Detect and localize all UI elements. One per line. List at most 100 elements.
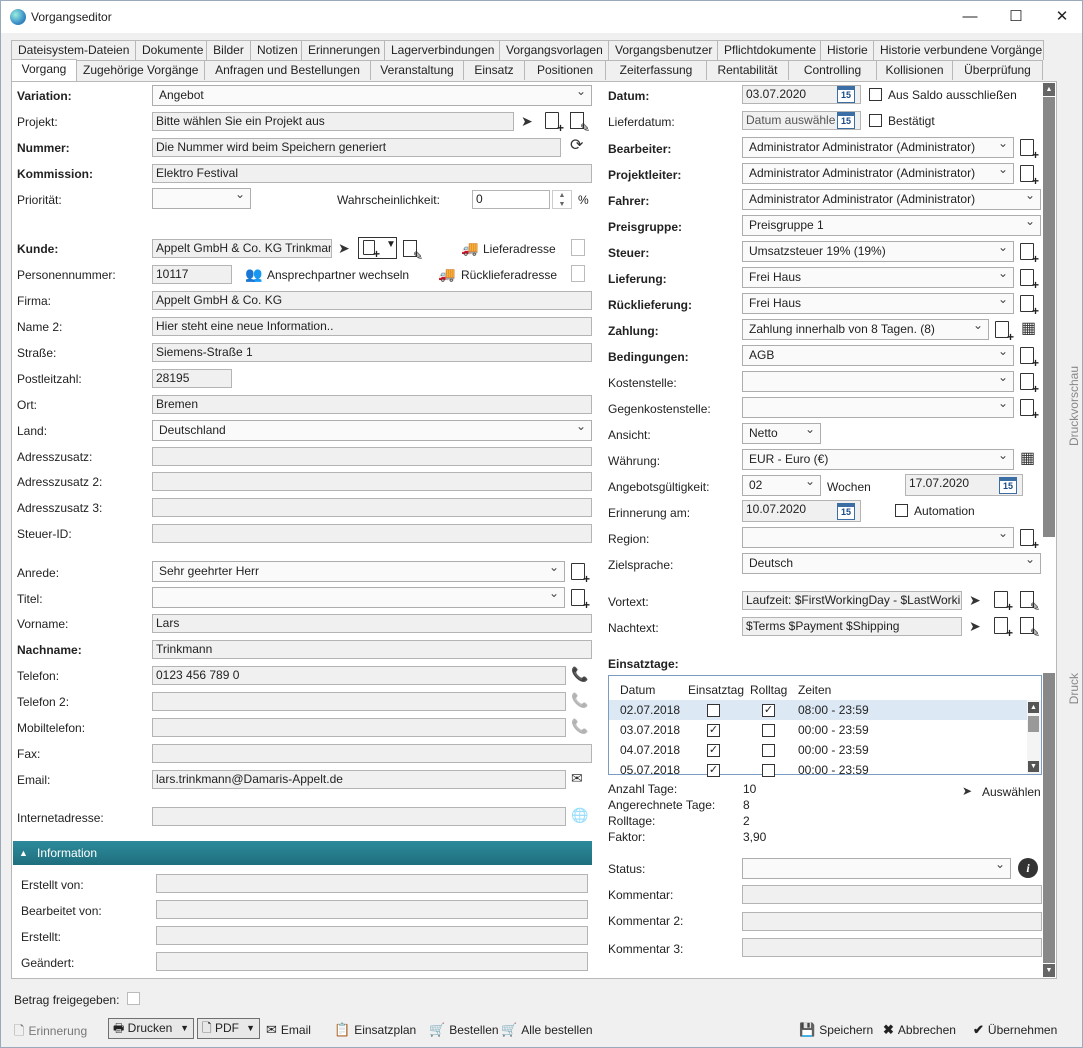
kostenstelle-select[interactable] [742, 371, 1014, 392]
scroll-thumb[interactable] [1028, 716, 1039, 732]
waehrung-select[interactable]: EUR - Euro (€) [742, 449, 1014, 470]
betrag-freigegeben-checkbox[interactable] [127, 992, 140, 1005]
ruecklieferadresse-link[interactable]: Rücklieferadresse [461, 268, 557, 282]
table-row[interactable]: 04.07.2018 ✓ 00:00 - 23:59 [609, 740, 1029, 760]
telefon2-field[interactable] [152, 692, 566, 711]
calendar-icon[interactable]: 15 [837, 503, 855, 520]
einsatzplan-button[interactable]: 📋 Einsatzplan [334, 1022, 416, 1038]
gegenkostenstelle-select[interactable] [742, 397, 1014, 418]
uebernehmen-button[interactable]: ✔ Übernehmen [973, 1022, 1057, 1038]
edit-vortext-icon[interactable] [1020, 591, 1040, 613]
fax-field[interactable] [152, 744, 592, 763]
ruecklieferung-select[interactable]: Frei Haus [742, 293, 1014, 314]
cursor-select-icon[interactable]: ➤ [521, 113, 533, 129]
new-bearbeiter-icon[interactable] [1020, 139, 1039, 160]
new-gegenkostenstelle-icon[interactable] [1020, 399, 1039, 420]
new-nachtext-icon[interactable] [994, 617, 1013, 638]
strasse-field[interactable]: Siemens-Straße 1 [152, 343, 592, 362]
region-select[interactable] [742, 527, 1014, 548]
steuerid-field[interactable] [152, 524, 592, 543]
rolltag-checkbox[interactable] [762, 764, 775, 777]
tab-primary-10[interactable]: Überprüfung [952, 60, 1043, 80]
tab-primary-7[interactable]: Rentabilität [706, 60, 789, 80]
edit-nachtext-icon[interactable] [1020, 617, 1040, 639]
zahlung-select[interactable]: Zahlung innerhalb von 8 Tagen. (8) [742, 319, 989, 340]
main-scrollbar[interactable]: ▲ ▼ [1042, 83, 1056, 977]
new-kostenstelle-icon[interactable] [1020, 373, 1039, 394]
speichern-button[interactable]: 💾 Speichern [799, 1022, 873, 1038]
new-steuer-icon[interactable] [1020, 243, 1039, 264]
tab-primary-0[interactable]: Vorgang [11, 59, 77, 81]
calendar-icon[interactable]: 15 [837, 112, 855, 129]
tab-secondary-5[interactable]: Lagerverbindungen [384, 40, 500, 60]
einsatztag-checkbox[interactable] [707, 704, 720, 717]
tab-secondary-0[interactable]: Dateisystem-Dateien [11, 40, 136, 60]
gueltigkeit-select[interactable]: 02 [742, 475, 821, 496]
alle-bestellen-button[interactable]: 🛒 Alle bestellen [501, 1022, 593, 1038]
cursor-select-icon[interactable]: ➤ [969, 592, 981, 608]
druck-side-tab[interactable]: Druck [1067, 673, 1081, 704]
einsatztag-checkbox[interactable]: ✓ [707, 764, 720, 777]
tab-secondary-7[interactable]: Vorgangsbenutzer [608, 40, 718, 60]
projektleiter-select[interactable]: Administrator Administrator (Administrat… [742, 163, 1014, 184]
tab-primary-5[interactable]: Positionen [524, 60, 606, 80]
scroll-up-icon[interactable]: ▲ [1028, 702, 1039, 713]
kommentar3-field[interactable] [742, 938, 1042, 957]
rolltag-checkbox[interactable] [762, 724, 775, 737]
email-button[interactable]: ✉ Email [266, 1022, 311, 1038]
wahrscheinlichkeit-spinner[interactable]: ▲ ▼ [552, 190, 572, 209]
tab-secondary-3[interactable]: Notizen [250, 40, 302, 60]
ruecklieferadresse-doc-icon[interactable] [571, 265, 585, 282]
email-field[interactable]: lars.trinkmann@Damaris-Appelt.de [152, 770, 566, 789]
preisgruppe-select[interactable]: Preisgruppe 1 [742, 215, 1041, 236]
edit-customer-icon[interactable] [403, 240, 423, 262]
tab-secondary-2[interactable]: Bilder [206, 40, 251, 60]
calendar-icon[interactable]: 15 [837, 86, 855, 103]
tab-primary-9[interactable]: Kollisionen [876, 60, 953, 80]
name2-field[interactable]: Hier steht eine neue Information.. [152, 317, 592, 336]
ansicht-select[interactable]: Netto [742, 423, 821, 444]
close-button[interactable]: ✕ [1039, 1, 1082, 33]
phone-icon[interactable]: 📞 [571, 666, 588, 682]
zielsprache-select[interactable]: Deutsch [742, 553, 1041, 574]
table-row[interactable]: 03.07.2018 ✓ 00:00 - 23:59 [609, 720, 1029, 740]
nachname-field[interactable]: Trinkmann [152, 640, 592, 659]
new-project-icon[interactable] [545, 112, 564, 133]
phone-icon[interactable]: 📞 [571, 718, 588, 734]
abbrechen-button[interactable]: ✖ Abbrechen [883, 1022, 956, 1038]
automation-checkbox[interactable] [895, 504, 908, 517]
tab-primary-4[interactable]: Einsatz [463, 60, 525, 80]
ort-field[interactable]: Bremen [152, 395, 592, 414]
kommission-field[interactable]: Elektro Festival [152, 164, 592, 183]
titel-select[interactable] [152, 587, 565, 608]
cursor-select-icon[interactable]: ➤ [962, 783, 972, 799]
scroll-up-icon[interactable]: ▲ [1043, 83, 1055, 96]
new-titel-icon[interactable] [571, 589, 590, 610]
telefon-field[interactable]: 0123 456 789 0 [152, 666, 566, 685]
kommentar-field[interactable] [742, 885, 1042, 904]
phone-icon[interactable]: 📞 [571, 692, 588, 708]
tab-primary-2[interactable]: Anfragen und Bestellungen [204, 60, 371, 80]
scroll-down-icon[interactable]: ▼ [1028, 761, 1039, 772]
steuer-select[interactable]: Umsatzsteuer 19% (19%) [742, 241, 1014, 262]
firma-field[interactable]: Appelt GmbH & Co. KG [152, 291, 592, 310]
tab-secondary-10[interactable]: Historie verbundene Vorgänge [873, 40, 1044, 60]
mobil-field[interactable] [152, 718, 566, 737]
pdf-button[interactable]: 🗋 PDF ▼ [197, 1018, 260, 1039]
erinnerung-button[interactable]: 🗋 Erinnerung [14, 1022, 87, 1044]
tab-primary-8[interactable]: Controlling [788, 60, 877, 80]
nachtext-field[interactable]: $Terms $Payment $Shipping [742, 617, 962, 636]
tab-primary-6[interactable]: Zeiterfassung [605, 60, 707, 80]
cursor-select-icon[interactable]: ➤ [969, 618, 981, 634]
tab-primary-1[interactable]: Zugehörige Vorgänge [76, 60, 205, 80]
new-lieferung-icon[interactable] [1020, 269, 1039, 290]
new-anrede-icon[interactable] [571, 563, 590, 584]
tab-secondary-9[interactable]: Historie [820, 40, 874, 60]
tab-secondary-1[interactable]: Dokumente [135, 40, 207, 60]
internet-field[interactable] [152, 807, 566, 826]
plz-field[interactable]: 28195 [152, 369, 232, 388]
projekt-field[interactable]: Bitte wählen Sie ein Projekt aus [152, 112, 514, 131]
calculator-icon[interactable]: ▦ [1020, 451, 1035, 467]
refresh-icon[interactable]: ⟳ [570, 138, 583, 154]
tab-secondary-6[interactable]: Vorgangsvorlagen [499, 40, 609, 60]
